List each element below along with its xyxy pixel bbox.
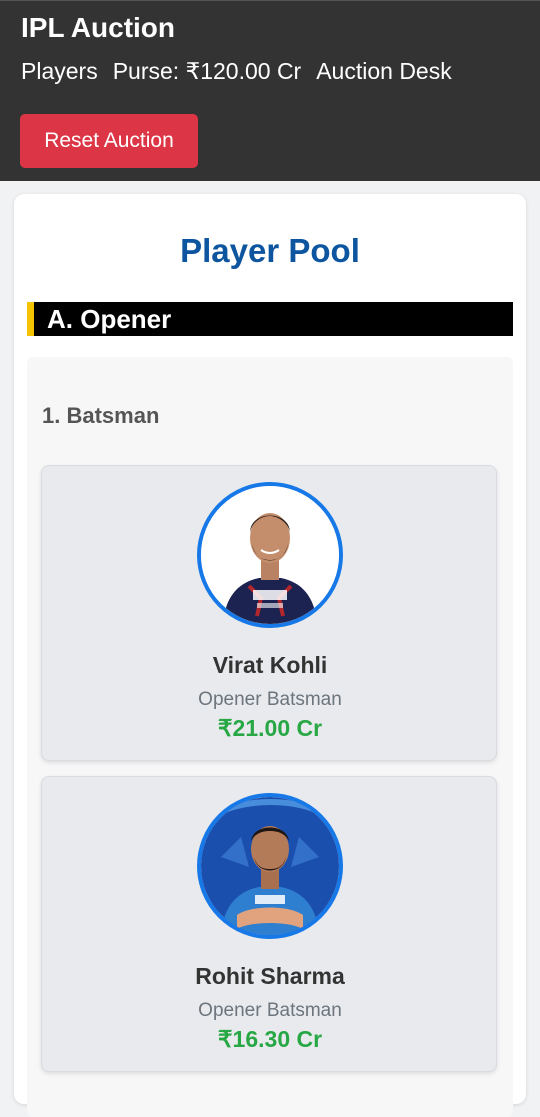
player-role: Opener Batsman (198, 689, 342, 710)
group-title: 1. Batsman (42, 403, 160, 428)
player-avatar (197, 793, 343, 939)
app-header: IPL Auction Players Purse: ₹120.00 Cr Au… (0, 0, 540, 181)
player-photo-icon (201, 486, 339, 624)
top-nav: Players Purse: ₹120.00 Cr Auction Desk (21, 58, 452, 85)
player-card-virat-kohli[interactable]: Virat Kohli Opener Batsman ₹21.00 Cr (41, 465, 497, 761)
reset-auction-button[interactable]: Reset Auction (20, 114, 198, 168)
page-title: Player Pool (180, 232, 360, 269)
player-role: Opener Batsman (198, 1000, 342, 1021)
player-price: ₹21.00 Cr (217, 715, 323, 741)
player-name: Virat Kohli (212, 652, 328, 678)
nav-players-link[interactable]: Players (21, 58, 98, 85)
player-photo-icon (201, 797, 339, 935)
player-avatar (197, 482, 343, 628)
nav-auction-desk-link[interactable]: Auction Desk (316, 58, 452, 85)
player-price: ₹16.30 Cr (217, 1026, 323, 1052)
player-name: Rohit Sharma (195, 963, 345, 989)
section-header-opener: A. Opener (27, 302, 513, 336)
batsman-group: 1. Batsman Virat Kohli Opener Batsman ₹2… (27, 357, 513, 1117)
player-card-rohit-sharma[interactable]: Rohit Sharma Opener Batsman ₹16.30 Cr (41, 776, 497, 1072)
player-pool-panel: Player Pool A. Opener 1. Batsman Virat K… (14, 194, 526, 1117)
app-title: IPL Auction (21, 12, 175, 43)
nav-purse-link[interactable]: Purse: ₹120.00 Cr (113, 58, 302, 85)
